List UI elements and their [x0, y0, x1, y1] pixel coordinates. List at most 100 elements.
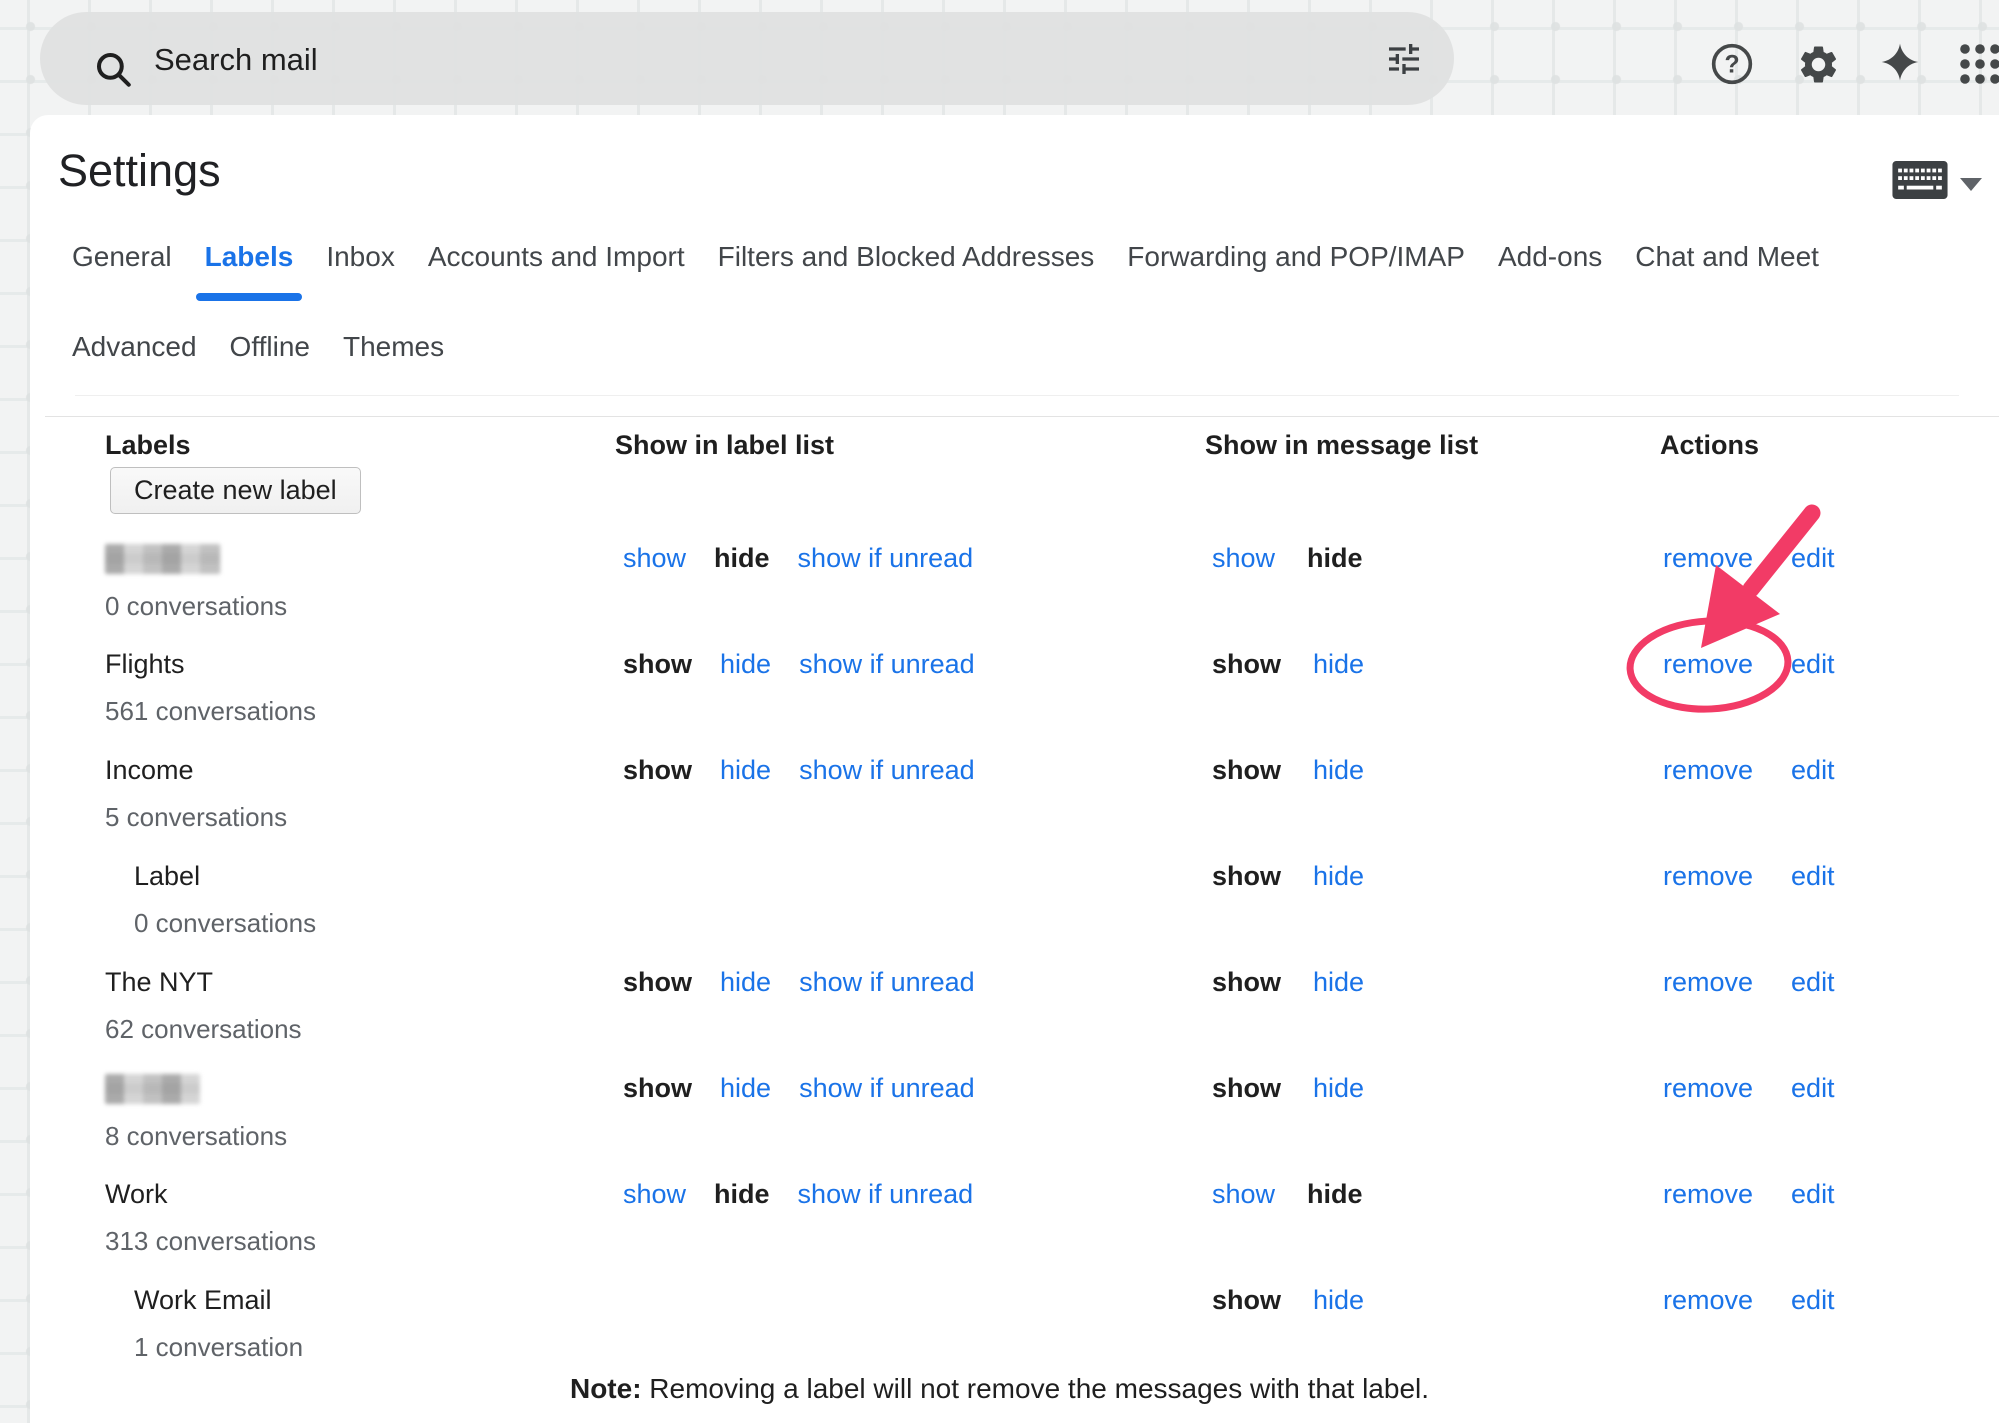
remove-link[interactable]: remove — [1663, 1179, 1753, 1209]
tab-general[interactable]: General — [72, 241, 172, 273]
label-list-option-show-if-unread[interactable]: show if unread — [799, 755, 975, 785]
gemini-sparkle-icon[interactable] — [1880, 42, 1920, 87]
col-header-labels: Labels — [105, 430, 615, 461]
label-name: The NYT — [105, 967, 615, 997]
apps-grid-icon[interactable] — [1958, 42, 1999, 91]
create-new-label-button[interactable]: Create new label — [110, 467, 361, 514]
tab-forwarding-and-pop-imap[interactable]: Forwarding and POP/IMAP — [1127, 241, 1465, 273]
label-list-option-show-if-unread[interactable]: show if unread — [799, 1073, 975, 1103]
label-name-cell: Income 5 conversations — [105, 755, 615, 833]
message-list-option-hide[interactable]: hide — [1313, 649, 1364, 679]
remove-link[interactable]: remove — [1663, 1073, 1753, 1103]
show-in-label-list-cell: show hide show if unread — [615, 967, 1205, 997]
conversation-count: 5 conversations — [105, 802, 615, 833]
settings-tabs-row2: Advanced Offline Themes — [72, 331, 444, 363]
tab-labels[interactable]: Labels — [205, 241, 294, 273]
keyboard-icon[interactable] — [1892, 161, 1948, 204]
tab-chat-and-meet[interactable]: Chat and Meet — [1635, 241, 1819, 273]
label-name-cell: Label0 conversations — [105, 861, 615, 939]
actions-cell: remove edit — [1660, 649, 1999, 679]
show-in-message-list-cell: show hide — [1205, 1179, 1660, 1209]
label-list-option-hide[interactable]: hide — [720, 755, 771, 785]
actions-cell: remove edit — [1660, 1285, 1999, 1315]
conversation-count: 561 conversations — [105, 696, 615, 727]
search-input[interactable] — [152, 36, 1306, 84]
redacted-label-name — [105, 1074, 200, 1104]
remove-link[interactable]: remove — [1663, 543, 1753, 573]
tab-themes[interactable]: Themes — [343, 331, 444, 363]
gear-icon[interactable] — [1796, 42, 1841, 92]
label-name: Flights — [105, 649, 615, 679]
edit-link[interactable]: edit — [1791, 1285, 1835, 1315]
labels-table-body: 0 conversations show hide show if unread sho… — [105, 543, 1999, 1391]
message-list-option-hide: hide — [1307, 1179, 1363, 1209]
show-in-label-list-cell: show hide show if unread — [615, 1073, 1205, 1103]
label-list-option-hide[interactable]: hide — [720, 1073, 771, 1103]
message-list-option-hide[interactable]: hide — [1313, 1285, 1364, 1315]
edit-link[interactable]: edit — [1791, 967, 1835, 997]
message-list-option-show: show — [1212, 861, 1281, 891]
edit-link[interactable]: edit — [1791, 1073, 1835, 1103]
remove-link[interactable]: remove — [1663, 861, 1753, 891]
label-list-option-hide[interactable]: hide — [720, 649, 771, 679]
label-list-option-show[interactable]: show — [623, 543, 686, 573]
edit-link[interactable]: edit — [1791, 755, 1835, 785]
edit-link[interactable]: edit — [1791, 543, 1835, 573]
search-icon — [92, 48, 134, 95]
actions-cell: remove edit — [1660, 1073, 1999, 1103]
remove-link[interactable]: remove — [1663, 967, 1753, 997]
message-list-option-hide[interactable]: hide — [1313, 861, 1364, 891]
actions-cell: remove edit — [1660, 755, 1999, 785]
conversation-count: 0 conversations — [105, 908, 615, 939]
tab-add-ons[interactable]: Add-ons — [1498, 241, 1602, 273]
message-list-option-hide[interactable]: hide — [1313, 755, 1364, 785]
label-list-option-show-if-unread[interactable]: show if unread — [798, 1179, 974, 1209]
tab-offline[interactable]: Offline — [230, 331, 310, 363]
label-list-option-show: show — [623, 967, 692, 997]
label-row: Flights 561 conversations show hide show if … — [105, 649, 1999, 755]
remove-link[interactable]: remove — [1663, 1285, 1753, 1315]
dropdown-arrow-icon[interactable] — [1960, 178, 1982, 191]
label-list-option-show-if-unread[interactable]: show if unread — [799, 649, 975, 679]
label-list-option-hide: hide — [714, 543, 770, 573]
label-list-option-show: show — [623, 649, 692, 679]
show-in-label-list-cell: showhideshow if unread — [615, 1179, 1205, 1209]
labels-table-header: Labels Show in label list Show in messag… — [105, 430, 1999, 461]
show-in-label-list-cell: show hide show if unread — [615, 649, 1205, 679]
label-list-option-show: show — [623, 1073, 692, 1103]
message-list-option-hide: hide — [1307, 543, 1363, 573]
label-list-option-show[interactable]: show — [623, 1179, 686, 1209]
remove-link[interactable]: remove — [1663, 755, 1753, 785]
tab-accounts-and-import[interactable]: Accounts and Import — [428, 241, 685, 273]
label-row: Label0 conversations show hide remove edit — [105, 861, 1999, 967]
help-icon[interactable]: ? — [1710, 42, 1754, 91]
message-list-option-hide[interactable]: hide — [1313, 1073, 1364, 1103]
gmail-settings-page: ? Settings — [0, 0, 1999, 1423]
search-bar[interactable] — [40, 12, 1454, 105]
edit-link[interactable]: edit — [1791, 861, 1835, 891]
label-list-option-show-if-unread[interactable]: show if unread — [798, 543, 974, 573]
tab-advanced[interactable]: Advanced — [72, 331, 197, 363]
note-text: Removing a label will not remove the mes… — [642, 1373, 1430, 1404]
search-options-tune-icon[interactable] — [1384, 39, 1424, 84]
svg-text:?: ? — [1724, 51, 1739, 78]
col-header-show-in-label-list: Show in label list — [615, 430, 1205, 461]
label-name: Income — [105, 755, 615, 785]
message-list-option-show[interactable]: show — [1212, 543, 1275, 573]
actions-cell: remove edit — [1660, 543, 1999, 573]
edit-link[interactable]: edit — [1791, 649, 1835, 679]
message-list-option-show[interactable]: show — [1212, 1179, 1275, 1209]
label-row: Work313 conversationsshowhideshow if unr… — [105, 1179, 1999, 1285]
actions-cell: remove edit — [1660, 1179, 1999, 1209]
tab-inbox[interactable]: Inbox — [326, 241, 395, 273]
message-list-option-hide[interactable]: hide — [1313, 967, 1364, 997]
label-list-option-hide[interactable]: hide — [720, 967, 771, 997]
conversation-count: 0 conversations — [105, 591, 615, 622]
remove-link-annotated[interactable]: remove — [1663, 649, 1753, 679]
actions-cell: remove edit — [1660, 861, 1999, 891]
tab-section-divider — [75, 395, 1959, 396]
message-list-option-show: show — [1212, 755, 1281, 785]
edit-link[interactable]: edit — [1791, 1179, 1835, 1209]
label-list-option-show-if-unread[interactable]: show if unread — [799, 967, 975, 997]
tab-filters-and-blocked-addresses[interactable]: Filters and Blocked Addresses — [718, 241, 1095, 273]
